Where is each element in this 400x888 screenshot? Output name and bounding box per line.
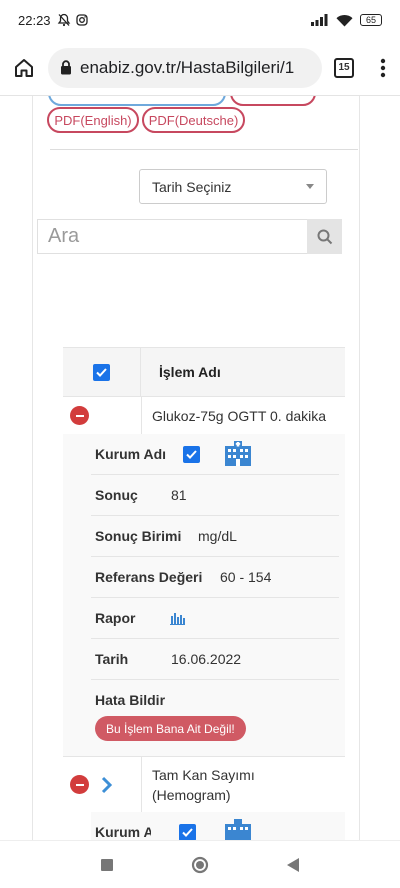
detail-label: Kurum Adı bbox=[95, 824, 151, 840]
results-table: İşlem Adı Glukoz-75g OGTT 0. dakika Kuru… bbox=[63, 347, 345, 840]
browser-toolbar: enabiz.gov.tr/HastaBilgileri/1 15 bbox=[0, 40, 400, 96]
unit-value: mg/dL bbox=[198, 528, 237, 544]
detail-result: Sonuç 81 bbox=[91, 475, 339, 516]
report-error-block: Hata Bildir Bu İşlem Bana Ait Değil! bbox=[91, 680, 345, 756]
pdf-deutsche-button[interactable]: PDF(Deutsche) bbox=[142, 107, 245, 133]
notifications-muted-icon bbox=[57, 13, 70, 27]
date-value: 16.06.2022 bbox=[171, 651, 242, 667]
institution-checkbox[interactable] bbox=[183, 445, 200, 463]
reference-value: 60 - 154 bbox=[220, 569, 272, 585]
row-name-line2: (Hemogram) bbox=[152, 786, 231, 803]
row-name: Tam Kan Sayımı (Hemogram) bbox=[141, 757, 345, 812]
hospital-building-icon[interactable] bbox=[224, 819, 252, 840]
table-header: İşlem Adı bbox=[63, 347, 345, 396]
chevron-down-icon bbox=[306, 184, 314, 189]
row-name: Glukoz-75g OGTT 0. dakika bbox=[141, 397, 345, 434]
column-header-islem-adi: İşlem Adı bbox=[159, 364, 221, 380]
home-nav-button[interactable] bbox=[180, 845, 220, 885]
system-navigation-bar bbox=[0, 840, 400, 888]
circle-icon bbox=[191, 856, 209, 873]
detail-date: Tarih 16.06.2022 bbox=[91, 639, 339, 680]
wifi-icon bbox=[336, 14, 353, 26]
back-triangle-icon bbox=[287, 857, 300, 872]
detail-label: Sonuç bbox=[95, 487, 138, 503]
tab-count: 15 bbox=[334, 57, 354, 78]
tab-switcher-button[interactable]: 15 bbox=[322, 57, 366, 78]
search-input[interactable]: Ara bbox=[37, 219, 307, 254]
select-all-checkbox[interactable] bbox=[93, 363, 110, 381]
institution-checkbox[interactable] bbox=[179, 823, 196, 840]
row-detail-partial: Kurum Adı bbox=[91, 812, 345, 840]
detail-label: Sonuç Birimi bbox=[95, 528, 182, 544]
table-row[interactable]: Tam Kan Sayımı (Hemogram) bbox=[63, 756, 345, 812]
collapse-icon[interactable] bbox=[70, 406, 89, 425]
more-vertical-icon bbox=[380, 58, 386, 77]
status-bar: 22:23 65 bbox=[0, 0, 400, 40]
detail-label: Referans Değeri bbox=[95, 569, 203, 585]
status-time: 22:23 bbox=[18, 12, 51, 28]
home-button[interactable] bbox=[0, 44, 48, 92]
date-select-label: Tarih Seçiniz bbox=[152, 178, 232, 195]
result-value: 81 bbox=[171, 487, 187, 503]
chevron-right-icon[interactable] bbox=[101, 776, 113, 794]
home-icon bbox=[15, 58, 33, 77]
address-bar[interactable]: enabiz.gov.tr/HastaBilgileri/1 bbox=[48, 47, 322, 88]
signal-icon bbox=[311, 14, 328, 26]
pdf-button-partial-blue[interactable] bbox=[48, 96, 226, 106]
detail-label: Hata Bildir bbox=[95, 692, 166, 708]
pdf-button-partial-red[interactable] bbox=[230, 96, 316, 106]
row-detail: Kurum Adı Sonuç 81 Sonuç Birimi mg/dL Re… bbox=[63, 434, 345, 756]
check-icon bbox=[182, 827, 193, 837]
back-button[interactable] bbox=[273, 845, 313, 885]
detail-report: Rapor bbox=[91, 598, 339, 639]
not-my-procedure-button[interactable]: Bu İşlem Bana Ait Değil! bbox=[95, 716, 246, 741]
page-content: PDF(English) PDF(Deutsche) Tarih Seçiniz… bbox=[0, 96, 400, 840]
pdf-english-button[interactable]: PDF(English) bbox=[47, 107, 139, 133]
detail-label: Kurum Adı bbox=[95, 446, 167, 462]
recents-button[interactable] bbox=[87, 845, 127, 885]
browser-menu-button[interactable] bbox=[366, 58, 400, 78]
table-row[interactable]: Glukoz-75g OGTT 0. dakika bbox=[63, 396, 345, 434]
detail-label: Tarih bbox=[95, 651, 129, 667]
search-icon bbox=[317, 229, 332, 244]
search-button[interactable] bbox=[307, 219, 342, 254]
divider bbox=[50, 149, 358, 150]
detail-unit: Sonuç Birimi mg/dL bbox=[91, 516, 339, 557]
detail-reference: Referans Değeri 60 - 154 bbox=[91, 557, 339, 598]
date-select[interactable]: Tarih Seçiniz bbox=[139, 169, 327, 204]
check-icon bbox=[96, 367, 107, 377]
url-text: enabiz.gov.tr/HastaBilgileri/1 bbox=[80, 57, 295, 77]
row-name-line1: Tam Kan Sayımı bbox=[152, 766, 255, 783]
collapse-icon[interactable] bbox=[70, 775, 89, 794]
battery-icon: 65 bbox=[360, 14, 382, 26]
check-icon bbox=[186, 449, 197, 459]
detail-label: Rapor bbox=[95, 610, 136, 626]
instagram-icon bbox=[75, 14, 88, 26]
detail-institution: Kurum Adı bbox=[91, 434, 339, 475]
bar-chart-icon[interactable] bbox=[170, 612, 185, 625]
square-icon bbox=[100, 858, 113, 871]
search-placeholder: Ara bbox=[48, 225, 80, 247]
lock-icon bbox=[61, 60, 71, 75]
hospital-building-icon[interactable] bbox=[224, 441, 252, 467]
